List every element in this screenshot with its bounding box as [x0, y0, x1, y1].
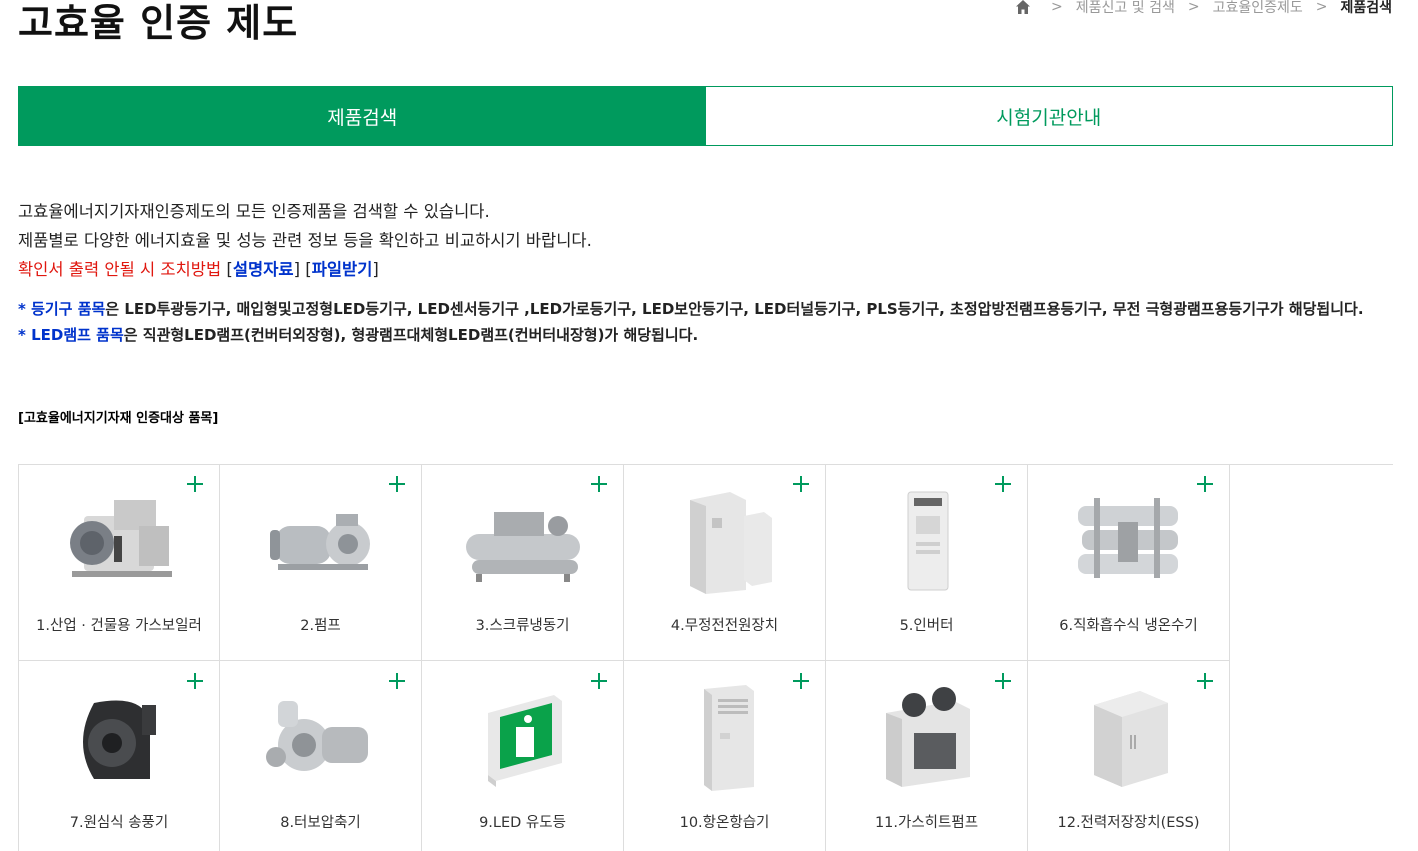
troubleshoot-text: 확인서 출력 안될 시 조치방법	[18, 260, 222, 279]
home-icon[interactable]	[1014, 0, 1032, 16]
gas-heat-pump-icon	[885, 687, 970, 787]
product-card[interactable]: 7.원심식 송풍기	[18, 661, 220, 851]
product-grid: 1.산업 · 건물용 가스보일러 2.펌프 3.스크류냉동기 4.무정전전원장치…	[18, 464, 1230, 851]
tab-product-search[interactable]: 제품검색	[19, 87, 706, 145]
led-exit-sign-icon	[487, 695, 562, 787]
plus-icon[interactable]	[589, 474, 609, 494]
product-card[interactable]: 5.인버터	[826, 464, 1028, 661]
product-label: 4.무정전전원장치	[670, 618, 779, 634]
plus-icon[interactable]	[1195, 671, 1215, 691]
product-card[interactable]: 12.전력저장장치(ESS)	[1028, 661, 1230, 851]
chevron-right-icon: >	[1187, 0, 1200, 15]
product-label: 12.전력저장장치(ESS)	[1057, 815, 1200, 831]
download-link[interactable]: 파일받기	[312, 260, 373, 279]
ups-icon	[689, 492, 772, 594]
note-lighting: * 등기구 품목은 LED투광등기구, 매입형및고정형LED등기구, LED센서…	[18, 296, 1393, 322]
product-card[interactable]: 10.항온항습기	[624, 661, 826, 851]
plus-icon[interactable]	[185, 671, 205, 691]
intro-line: 고효율에너지기자재인증제도의 모든 인증제품을 검색할 수 있습니다.	[18, 202, 490, 221]
product-label: 9.LED 유도등	[479, 815, 566, 831]
plus-icon[interactable]	[993, 671, 1013, 691]
tab-bar: 제품검색 시험기관안내	[18, 86, 1393, 146]
tab-test-institutes[interactable]: 시험기관안내	[705, 87, 1392, 145]
page-title: 고효율 인증 제도	[18, 1, 299, 45]
product-label: 3.스크류냉동기	[475, 618, 570, 634]
intro-text: 고효율에너지기자재인증제도의 모든 인증제품을 검색할 수 있습니다. 제품별로…	[18, 197, 592, 284]
product-label: 8.터보압축기	[280, 815, 361, 831]
section-title: [고효율에너지기자재 인증대상 품목]	[18, 411, 219, 426]
gas-boiler-icon	[70, 500, 172, 577]
plus-icon[interactable]	[993, 474, 1013, 494]
plus-icon[interactable]	[185, 474, 205, 494]
note-lighting-text: 은 LED투광등기구, 매입형및고정형LED등기구, LED센서등기구 ,LED…	[105, 300, 1364, 318]
guide-link[interactable]: 설명자료	[233, 260, 294, 279]
note-lamp-text: 은 직관형LED램프(컨버터외장형), 형광램프대체형LED램프(컨버터내장형)…	[123, 326, 699, 344]
product-card[interactable]: 9.LED 유도등	[422, 661, 624, 851]
breadcrumb: > 제품신고 및 검색 > 고효율인증제도 > 제품검색	[1014, 0, 1392, 17]
plus-icon[interactable]	[387, 474, 407, 494]
product-label: 2.펌프	[300, 618, 341, 634]
note-lighting-key: * 등기구 품목	[18, 300, 106, 318]
plus-icon[interactable]	[1195, 474, 1215, 494]
product-label: 5.인버터	[899, 618, 954, 634]
product-label: 10.항온항습기	[679, 815, 770, 831]
troubleshoot-line: 확인서 출력 안될 시 조치방법 [설명자료] [파일받기]	[18, 260, 379, 279]
inverter-icon	[907, 491, 948, 591]
breadcrumb-item[interactable]: 제품신고 및 검색	[1076, 0, 1175, 17]
pump-icon	[269, 514, 370, 570]
breadcrumb-item-current: 제품검색	[1340, 0, 1392, 16]
product-card[interactable]: 3.스크류냉동기	[422, 464, 624, 661]
product-card[interactable]: 1.산업 · 건물용 가스보일러	[18, 464, 220, 661]
ess-icon	[1093, 691, 1168, 787]
product-card[interactable]: 4.무정전전원장치	[624, 464, 826, 661]
note-lamp: * LED램프 품목은 직관형LED램프(컨버터외장형), 형광램프대체형LED…	[18, 322, 1393, 348]
thermo-hygrostat-icon	[703, 685, 754, 791]
product-label: 7.원심식 송풍기	[69, 815, 169, 831]
centrifugal-fan-icon	[83, 700, 156, 779]
notes: * 등기구 품목은 LED투광등기구, 매입형및고정형LED등기구, LED센서…	[18, 296, 1393, 348]
product-label: 1.산업 · 건물용 가스보일러	[36, 618, 202, 634]
product-card[interactable]: 2.펌프	[220, 464, 422, 661]
turbo-compressor-icon	[265, 701, 368, 771]
breadcrumb-item[interactable]: 고효율인증제도	[1213, 0, 1303, 17]
note-lamp-key: * LED램프 품목	[18, 326, 124, 344]
product-card[interactable]: 11.가스히트펌프	[826, 661, 1028, 851]
product-label: 6.직화흡수식 냉온수기	[1059, 618, 1198, 634]
chevron-right-icon: >	[1315, 0, 1328, 15]
screw-chiller-icon	[465, 512, 580, 582]
plus-icon[interactable]	[387, 671, 407, 691]
plus-icon[interactable]	[589, 671, 609, 691]
intro-line: 제품별로 다양한 에너지효율 및 성능 관련 정보 등을 확인하고 비교하시기 …	[18, 231, 592, 250]
plus-icon[interactable]	[791, 671, 811, 691]
absorption-chiller-icon	[1077, 498, 1178, 578]
product-card[interactable]: 8.터보압축기	[220, 661, 422, 851]
chevron-right-icon: >	[1051, 0, 1063, 15]
product-card[interactable]: 6.직화흡수식 냉온수기	[1028, 464, 1230, 661]
plus-icon[interactable]	[791, 474, 811, 494]
product-label: 11.가스히트펌프	[874, 815, 979, 831]
